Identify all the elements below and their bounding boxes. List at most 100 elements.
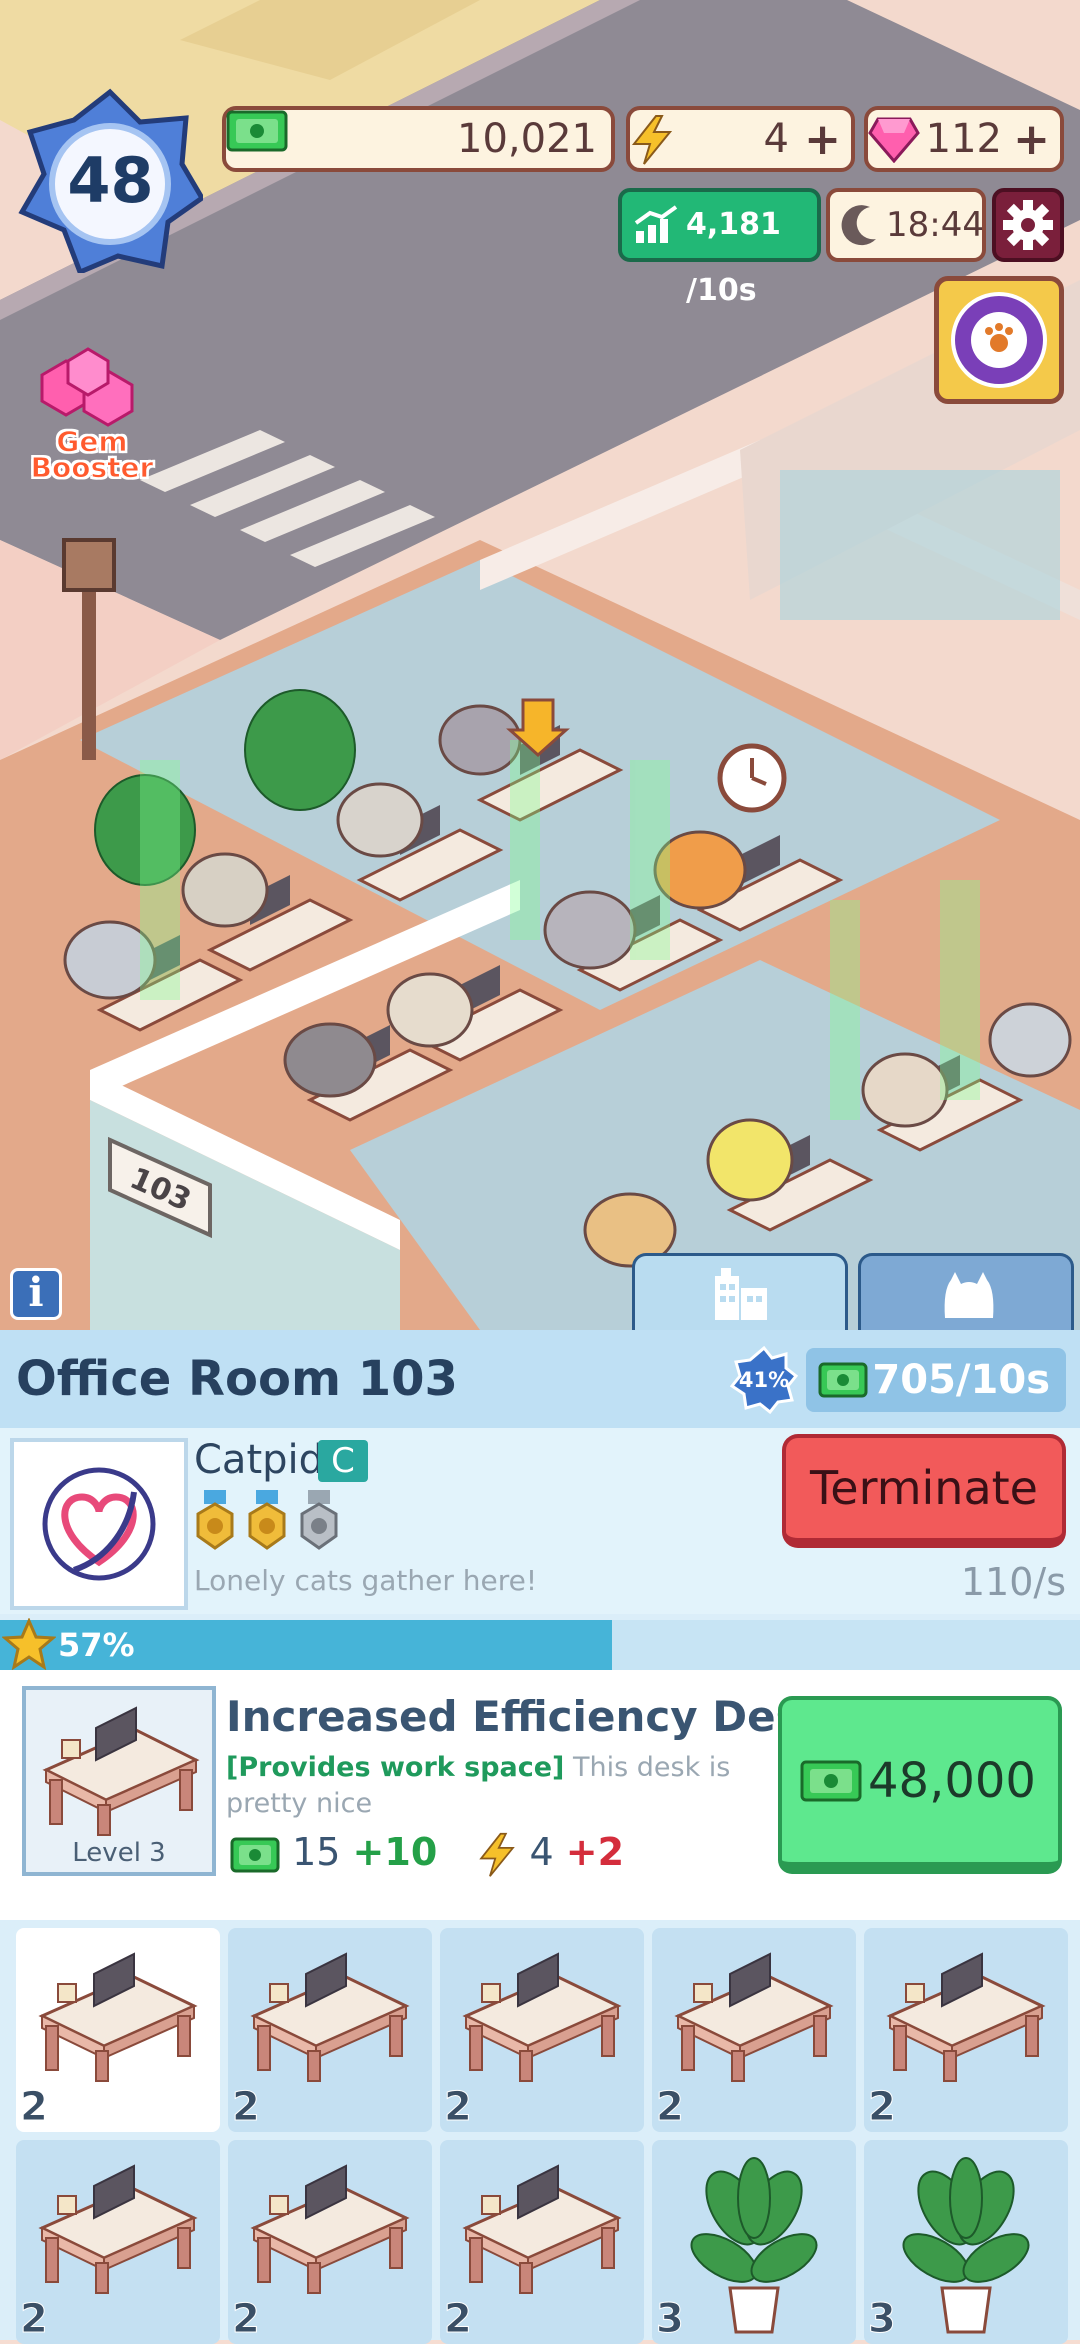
furniture-slot-desk[interactable]: 2 bbox=[228, 1928, 432, 2132]
company-logo bbox=[10, 1438, 188, 1610]
energy-stat-bonus: +2 bbox=[565, 1830, 625, 1874]
gem-booster-button[interactable]: Gem Booster bbox=[22, 335, 162, 485]
clock-value: 18:44 bbox=[886, 205, 984, 245]
room-rate: 705/10s bbox=[806, 1348, 1066, 1412]
upgrade-card: Level 3 Increased Efficiency Desk [Provi… bbox=[0, 1670, 1080, 1920]
slot-count: 3 bbox=[656, 2296, 685, 2343]
room-rate-value: 705/10s bbox=[872, 1357, 1050, 1403]
settings-button[interactable] bbox=[992, 188, 1064, 262]
efficiency-value: 41% bbox=[738, 1368, 790, 1392]
desk-icon bbox=[250, 2164, 410, 2294]
slot-count: 2 bbox=[232, 2296, 261, 2343]
room-progress-bar: 57% bbox=[0, 1618, 1080, 1671]
company-name: Catpid bbox=[194, 1437, 325, 1483]
gem-counter[interactable]: 112 + bbox=[864, 106, 1064, 172]
cash-stat-base: 15 bbox=[292, 1830, 341, 1874]
star-icon bbox=[2, 1618, 56, 1671]
cash-value: 10,021 bbox=[457, 116, 597, 162]
gem-cluster-icon bbox=[40, 347, 134, 427]
prize-wheel-button[interactable] bbox=[934, 276, 1064, 404]
cash-stat-bonus: +10 bbox=[352, 1830, 438, 1874]
desk-icon bbox=[886, 1952, 1046, 2082]
upgrade-description: [Provides work space] This desk is prett… bbox=[226, 1750, 766, 1822]
tab-cats[interactable] bbox=[858, 1253, 1074, 1330]
add-energy-icon[interactable]: + bbox=[804, 118, 841, 162]
desk-icon bbox=[250, 1952, 410, 2082]
desk-icon bbox=[462, 2164, 622, 2294]
furniture-slot-desk[interactable]: 2 bbox=[440, 1928, 644, 2132]
energy-value: 4 bbox=[763, 116, 789, 162]
upgrade-tag: [Provides work space] bbox=[226, 1752, 565, 1783]
furniture-slot-plant[interactable]: 3 bbox=[652, 2140, 856, 2344]
room-panel: Office Room 103 41% 705/10s Catpid C Lon… bbox=[0, 1330, 1080, 2344]
prize-wheel-icon bbox=[951, 292, 1047, 388]
upgrade-title: Increased Efficiency Desk bbox=[226, 1692, 829, 1741]
plant-icon bbox=[902, 2157, 1030, 2334]
cash-icon bbox=[818, 1362, 868, 1398]
gem-value: 112 bbox=[925, 116, 1002, 162]
lightning-icon bbox=[631, 115, 673, 165]
furniture-slot-desk[interactable]: 2 bbox=[16, 2140, 220, 2344]
building-icon bbox=[715, 1268, 767, 1320]
furniture-slot-desk[interactable]: 2 bbox=[440, 2140, 644, 2344]
slot-count: 2 bbox=[444, 2084, 473, 2131]
slot-count: 2 bbox=[20, 2296, 49, 2343]
company-tagline: Lonely cats gather here! bbox=[194, 1564, 538, 1597]
room-header: Office Room 103 41% 705/10s bbox=[0, 1330, 1080, 1428]
furniture-grid: 2 2 2 2 2 2 2 2 3 3 bbox=[0, 1920, 1080, 2344]
furniture-slot-desk[interactable]: 2 bbox=[16, 1928, 220, 2132]
upgrade-price: 48,000 bbox=[868, 1753, 1036, 1809]
income-rate-button[interactable]: 4,181 /10s bbox=[618, 188, 821, 308]
company-income: 110/s bbox=[960, 1560, 1066, 1604]
furniture-slot-plant[interactable]: 3 bbox=[864, 2140, 1068, 2344]
info-button[interactable]: i bbox=[10, 1268, 62, 1320]
player-level-badge[interactable]: 48 bbox=[18, 88, 203, 273]
company-info: Catpid C Lonely cats gather here! Termin… bbox=[0, 1428, 1080, 1614]
lightning-icon bbox=[479, 1832, 516, 1877]
plant-icon bbox=[690, 2157, 818, 2334]
desk-icon bbox=[42, 1706, 200, 1836]
company-medals bbox=[194, 1490, 350, 1556]
energy-stat-base: 4 bbox=[529, 1830, 554, 1874]
energy-counter[interactable]: 4 + bbox=[626, 106, 855, 172]
cat-icon bbox=[944, 1272, 994, 1318]
desk-icon bbox=[38, 1952, 198, 2082]
furniture-slot-desk[interactable]: 2 bbox=[228, 2140, 432, 2344]
game-scene[interactable]: 103 48 10,021 4 + 112 + 4,181 /10s 18:44… bbox=[0, 0, 1080, 1330]
upgrade-stats: 15 +10 4 +2 bbox=[230, 1830, 624, 1880]
slot-count: 2 bbox=[20, 2084, 49, 2131]
slot-count: 2 bbox=[656, 2084, 685, 2131]
desk-icon bbox=[674, 1952, 834, 2082]
gem-icon bbox=[868, 117, 920, 163]
slot-count: 2 bbox=[868, 2084, 897, 2131]
add-gems-icon[interactable]: + bbox=[1013, 118, 1050, 162]
gear-icon bbox=[1003, 200, 1053, 250]
income-rate-value: 4,181 /10s bbox=[686, 207, 781, 308]
gem-booster-label: Gem Booster bbox=[30, 425, 154, 484]
gold-medal-icon bbox=[196, 1490, 234, 1550]
slot-count: 2 bbox=[444, 2296, 473, 2343]
desk-icon bbox=[462, 1952, 622, 2082]
cash-counter[interactable]: 10,021 bbox=[222, 106, 615, 172]
heart-logo-icon bbox=[42, 1467, 156, 1581]
upgrade-thumbnail: Level 3 bbox=[22, 1686, 216, 1876]
furniture-slot-desk[interactable]: 2 bbox=[652, 1928, 856, 2132]
tab-building[interactable] bbox=[632, 1253, 848, 1330]
gold-medal-icon bbox=[248, 1490, 286, 1550]
efficiency-badge[interactable]: 41% bbox=[729, 1345, 799, 1415]
buy-upgrade-button[interactable]: 48,000 bbox=[778, 1696, 1062, 1874]
level-number: 48 bbox=[67, 144, 154, 217]
cash-icon bbox=[800, 1760, 862, 1802]
slot-count: 2 bbox=[232, 2084, 261, 2131]
silver-medal-icon bbox=[300, 1490, 338, 1550]
chart-up-icon bbox=[634, 205, 678, 243]
company-grade: C bbox=[318, 1440, 368, 1482]
terminate-button[interactable]: Terminate bbox=[782, 1434, 1066, 1548]
game-clock: 18:44 bbox=[826, 188, 986, 262]
slot-count: 3 bbox=[868, 2296, 897, 2343]
furniture-slot-desk[interactable]: 2 bbox=[864, 1928, 1068, 2132]
progress-value: 57% bbox=[58, 1626, 135, 1664]
upgrade-level: Level 3 bbox=[72, 1838, 166, 1868]
room-title: Office Room 103 bbox=[16, 1351, 458, 1407]
medal-icons bbox=[196, 1490, 338, 1550]
